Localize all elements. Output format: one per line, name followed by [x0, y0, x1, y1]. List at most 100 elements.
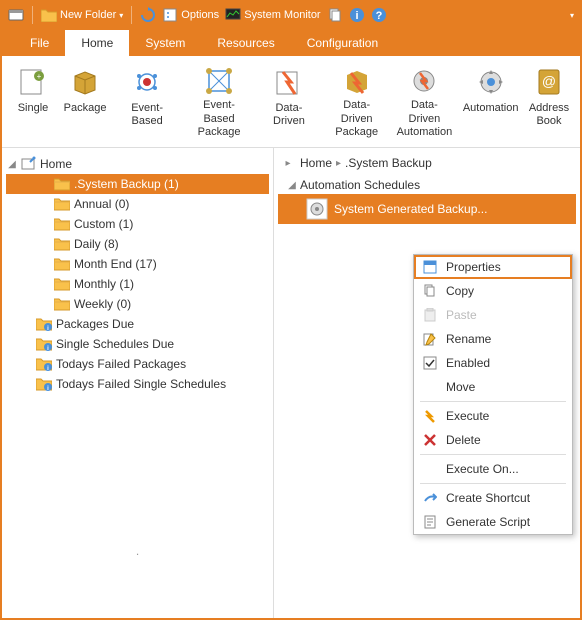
- ctx-copy[interactable]: Copy: [414, 279, 572, 303]
- breadcrumb-back-icon[interactable]: ▸: [282, 157, 294, 169]
- properties-icon: [422, 259, 438, 275]
- folder-icon: [54, 256, 70, 272]
- ribbon-address-book[interactable]: @ Address Book: [524, 60, 574, 143]
- tab-home[interactable]: Home: [65, 30, 129, 56]
- ribbon-address-book-label: Address Book: [529, 102, 569, 128]
- ctx-execute-on[interactable]: Execute On...: [414, 457, 572, 481]
- folder-icon: [54, 296, 70, 312]
- context-menu: Properties Copy Paste Rename Enabled: [413, 254, 573, 535]
- new-folder-label: New Folder: [60, 9, 116, 21]
- tree-item[interactable]: Annual (0): [6, 194, 269, 214]
- tree-item[interactable]: iPackages Due: [6, 314, 269, 334]
- copy-qat-button[interactable]: [327, 7, 343, 23]
- ribbon-automation[interactable]: Automation: [459, 60, 522, 143]
- tree-item-label: Month End (17): [74, 257, 157, 271]
- qat-overflow-icon[interactable]: ▾: [570, 11, 574, 20]
- help-icon: ?: [371, 7, 387, 23]
- tree-item-label: Annual (0): [74, 197, 129, 211]
- tree-item-label: Single Schedules Due: [56, 337, 174, 351]
- breadcrumb-home[interactable]: Home: [300, 156, 332, 170]
- ctx-move-label: Move: [446, 380, 475, 394]
- quick-access-toolbar: New Folder ▾ Options System Monitor: [2, 2, 580, 28]
- event-icon: [129, 64, 165, 100]
- data-driven-icon: [271, 64, 307, 100]
- ribbon-data-driven[interactable]: Data-Driven: [256, 60, 322, 143]
- info-qat-button[interactable]: i: [349, 7, 365, 23]
- ctx-delete-label: Delete: [446, 433, 481, 447]
- ctx-paste: Paste: [414, 303, 572, 327]
- tab-file[interactable]: File: [14, 30, 65, 56]
- ctx-properties[interactable]: Properties: [414, 255, 572, 279]
- help-qat-button[interactable]: ?: [371, 7, 387, 23]
- new-folder-button[interactable]: New Folder ▾: [41, 7, 123, 23]
- tree-item[interactable]: Daily (8): [6, 234, 269, 254]
- blank-icon: [422, 461, 438, 477]
- ctx-execute-on-label: Execute On...: [446, 462, 519, 476]
- ribbon-package[interactable]: Package: [60, 60, 110, 143]
- options-button[interactable]: Options: [162, 7, 219, 23]
- tree-group-automation-schedules[interactable]: ◢ Automation Schedules: [278, 176, 576, 194]
- copy-icon: [327, 7, 343, 23]
- folder-icon: [54, 216, 70, 232]
- app-icon[interactable]: [8, 7, 24, 23]
- ctx-move[interactable]: Move: [414, 375, 572, 399]
- tree-item[interactable]: i Todays Failed Packages: [6, 354, 269, 374]
- menu-bar: File Home System Resources Configuration: [2, 28, 580, 56]
- tab-system[interactable]: System: [129, 30, 201, 56]
- ctx-rename[interactable]: Rename: [414, 327, 572, 351]
- system-monitor-button[interactable]: System Monitor: [225, 7, 320, 23]
- ribbon-automation-label: Automation: [463, 102, 519, 115]
- ctx-create-shortcut-label: Create Shortcut: [446, 491, 530, 505]
- data-driven-automation-icon: [406, 64, 442, 97]
- script-icon: [422, 514, 438, 530]
- ribbon-data-driven-label: Data-Driven: [260, 102, 318, 128]
- svg-text:@: @: [542, 73, 556, 89]
- refresh-button[interactable]: [140, 7, 156, 23]
- tree-root-home[interactable]: ◢ Home: [6, 154, 269, 174]
- tree-item[interactable]: Month End (17): [6, 254, 269, 274]
- ribbon-event-based-package-label: Event-Based Package: [188, 99, 250, 139]
- options-icon: [162, 7, 178, 23]
- collapse-icon[interactable]: ◢: [6, 158, 18, 170]
- ribbon-single[interactable]: + Single: [8, 60, 58, 143]
- ctx-paste-label: Paste: [446, 308, 477, 322]
- tree-item[interactable]: Custom (1): [6, 214, 269, 234]
- breadcrumb-separator-icon: ▸: [336, 158, 341, 169]
- ctx-generate-script[interactable]: Generate Script: [414, 510, 572, 534]
- ctx-execute[interactable]: Execute: [414, 404, 572, 428]
- folder-icon: [54, 196, 70, 212]
- breadcrumb-current[interactable]: .System Backup: [345, 156, 432, 170]
- tab-resources[interactable]: Resources: [201, 30, 290, 56]
- tree-item-label: .System Backup (1): [74, 177, 179, 191]
- ribbon-data-driven-package[interactable]: Data-Driven Package: [324, 60, 390, 143]
- tree-item[interactable]: Monthly (1): [6, 274, 269, 294]
- ctx-enabled[interactable]: Enabled: [414, 351, 572, 375]
- monitor-icon: [225, 7, 241, 23]
- tree-item-label: Todays Failed Packages: [56, 357, 186, 371]
- tree-item-label: Todays Failed Single Schedules: [56, 377, 226, 391]
- folder-icon: i: [36, 356, 52, 372]
- tree-item[interactable]: iTodays Failed Single Schedules: [6, 374, 269, 394]
- ctx-create-shortcut[interactable]: Create Shortcut: [414, 486, 572, 510]
- tree-item[interactable]: .System Backup (1): [6, 174, 269, 194]
- ctx-execute-label: Execute: [446, 409, 489, 423]
- blank-icon: [422, 379, 438, 395]
- chevron-down-icon: ▾: [119, 11, 123, 20]
- shortcut-icon: [422, 490, 438, 506]
- folder-icon: [54, 176, 70, 192]
- tree-item[interactable]: iSingle Schedules Due: [6, 334, 269, 354]
- ribbon-data-driven-automation[interactable]: Data-Driven Automation: [392, 60, 458, 143]
- tree-item-system-generated-backup[interactable]: System Generated Backup...: [278, 194, 576, 224]
- ctx-rename-label: Rename: [446, 332, 491, 346]
- ribbon-event-based[interactable]: Event-Based: [112, 60, 182, 143]
- tab-configuration[interactable]: Configuration: [291, 30, 394, 56]
- ctx-delete[interactable]: Delete: [414, 428, 572, 452]
- tree-item[interactable]: Weekly (0): [6, 294, 269, 314]
- address-book-icon: @: [531, 64, 567, 100]
- collapse-icon[interactable]: ◢: [286, 179, 298, 191]
- tree-item-label: System Generated Backup...: [334, 202, 487, 216]
- ribbon-event-based-package[interactable]: Event-Based Package: [184, 60, 254, 143]
- svg-text:i: i: [355, 10, 358, 22]
- system-monitor-label: System Monitor: [244, 9, 320, 21]
- ribbon: + Single Package Event-Based Event-Based…: [2, 56, 580, 148]
